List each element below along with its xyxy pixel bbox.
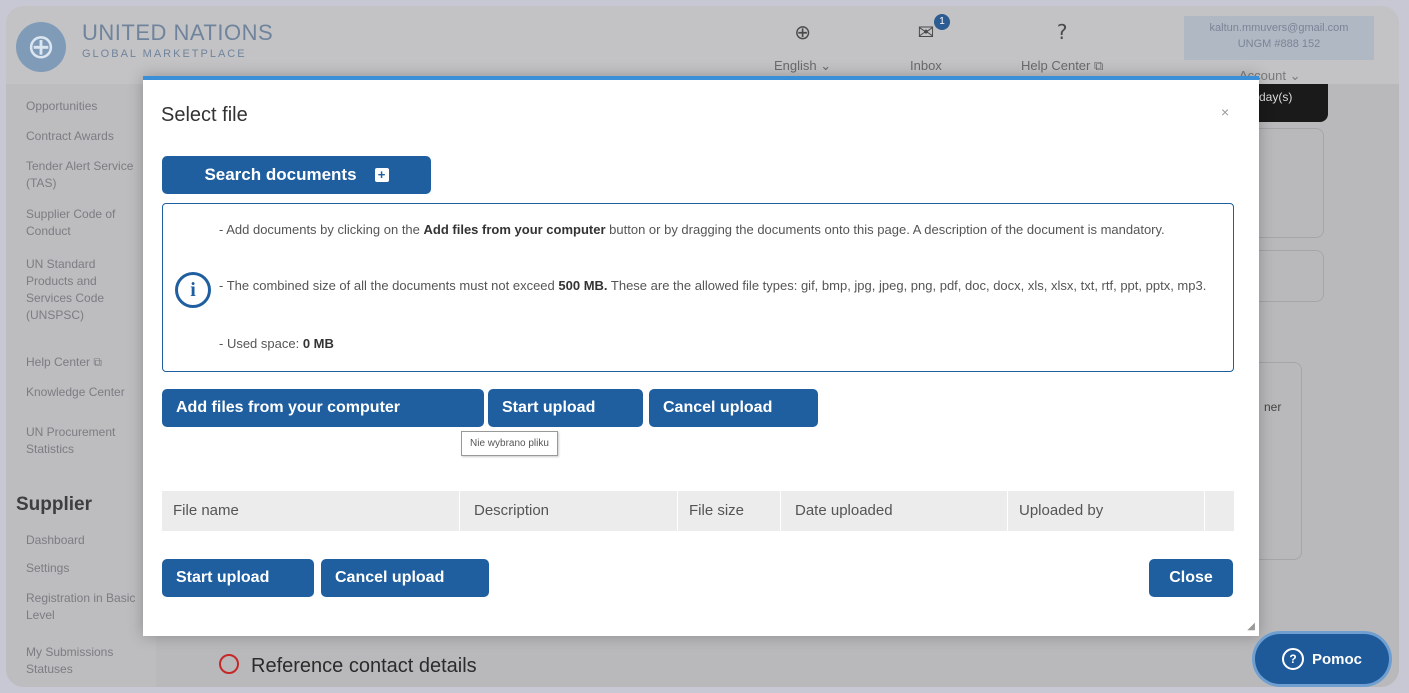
column-divider (780, 491, 781, 531)
inbox-count-badge: 1 (934, 14, 950, 30)
footer-cancel-upload-button[interactable]: Cancel upload (321, 559, 489, 597)
sidebar-item-tender-alert[interactable]: Tender Alert Service (TAS) (26, 158, 144, 192)
sidebar-item-help-center[interactable]: Help Center ⧉ (26, 354, 144, 371)
sidebar-item-unspsc[interactable]: UN Standard Products and Services Code (… (26, 256, 144, 324)
resize-grip-icon[interactable]: ◢ (1247, 621, 1255, 632)
sidebar-item-settings[interactable]: Settings (26, 560, 144, 577)
column-date-uploaded: Date uploaded (795, 502, 893, 519)
column-divider (677, 491, 678, 531)
question-circle-icon: ? (1281, 648, 1304, 670)
footer-start-upload-button[interactable]: Start upload (162, 559, 314, 597)
logo-title: UNITED NATIONS (82, 20, 274, 45)
bg-side-text-1: ner (1264, 400, 1282, 414)
site-logo[interactable]: UNITED NATIONS GLOBAL MARKETPLACE (82, 20, 273, 60)
column-uploaded-by: Uploaded by (1019, 502, 1104, 519)
inbox-label: Inbox (910, 58, 942, 73)
supplier-heading: Supplier (16, 494, 93, 515)
globe-icon: ⊕ (794, 20, 811, 44)
app-frame: ⊕ UNITED NATIONS GLOBAL MARKETPLACE ⊕ En… (6, 6, 1399, 687)
close-icon[interactable]: × (1221, 104, 1229, 120)
sidebar: Opportunities Contract Awards Tender Ale… (6, 84, 156, 687)
file-tooltip: Nie wybrano pliku (461, 431, 558, 456)
column-file-size: File size (689, 502, 745, 519)
top-bar: ⊕ UNITED NATIONS GLOBAL MARKETPLACE ⊕ En… (6, 6, 1399, 84)
start-upload-button[interactable]: Start upload (488, 389, 643, 427)
question-circle-icon: ? (1056, 20, 1068, 44)
help-floating-button[interactable]: ? Pomoc (1255, 634, 1389, 684)
reference-contact-section[interactable]: Reference contact details (219, 654, 477, 678)
sidebar-item-procurement-stats[interactable]: UN Procurement Statistics (26, 424, 144, 458)
select-file-dialog: Select file × Search documents + i - Add… (143, 76, 1259, 636)
plus-icon: + (374, 168, 389, 182)
language-selector[interactable]: ⊕ English ⌄ (774, 20, 831, 74)
column-file-name: File name (173, 502, 239, 519)
sidebar-item-knowledge-center[interactable]: Knowledge Center (26, 384, 144, 401)
account-id: UNGM #888 152 (1237, 38, 1321, 50)
sidebar-item-dashboard[interactable]: Dashboard (26, 532, 144, 549)
column-divider (1204, 491, 1205, 531)
sidebar-item-submissions[interactable]: My Submissions Statuses (26, 644, 144, 678)
status-circle-icon (219, 654, 239, 674)
info-paragraph-1: - Add documents by clicking on the Add f… (219, 222, 1165, 237)
info-icon: i (175, 272, 211, 308)
files-table-header: File name Description File size Date upl… (162, 491, 1234, 531)
search-documents-label: Search documents (204, 165, 357, 184)
account-email: kaltun.mmuvers@gmail.com (1209, 22, 1349, 34)
deadline-button[interactable]: day(s) (1251, 84, 1328, 122)
reference-contact-label: Reference contact details (251, 655, 477, 677)
info-paragraph-2: - The combined size of all the documents… (219, 278, 1207, 293)
column-divider (1007, 491, 1008, 531)
info-panel: i - Add documents by clicking on the Add… (162, 203, 1234, 372)
help-fab-label: Pomoc (1311, 650, 1362, 668)
account-info[interactable]: kaltun.mmuvers@gmail.com UNGM #888 152 (1184, 16, 1374, 60)
sidebar-item-registration[interactable]: Registration in Basic Level (26, 590, 144, 624)
column-description: Description (474, 502, 550, 519)
dialog-title: Select file (161, 104, 248, 126)
language-label: English ⌄ (774, 58, 832, 73)
logo-subtitle: GLOBAL MARKETPLACE (82, 48, 247, 60)
inbox-link[interactable]: ✉ 1 Inbox (910, 14, 950, 73)
sidebar-item-opportunities[interactable]: Opportunities (26, 98, 144, 115)
help-center-link[interactable]: ? Help Center ⧉ (1021, 20, 1103, 74)
sidebar-item-supplier-code[interactable]: Supplier Code of Conduct (26, 206, 144, 240)
un-emblem-icon[interactable]: ⊕ (16, 22, 66, 72)
close-button[interactable]: Close (1149, 559, 1233, 597)
help-center-label: Help Center ⧉ (1021, 58, 1104, 73)
info-paragraph-3: - Used space: 0 MB (219, 336, 334, 351)
add-files-button[interactable]: Add files from your computer (162, 389, 484, 427)
column-divider (459, 491, 460, 531)
search-documents-button[interactable]: Search documents + (162, 156, 431, 194)
sidebar-item-contract-awards[interactable]: Contract Awards (26, 128, 144, 145)
cancel-upload-button[interactable]: Cancel upload (649, 389, 818, 427)
